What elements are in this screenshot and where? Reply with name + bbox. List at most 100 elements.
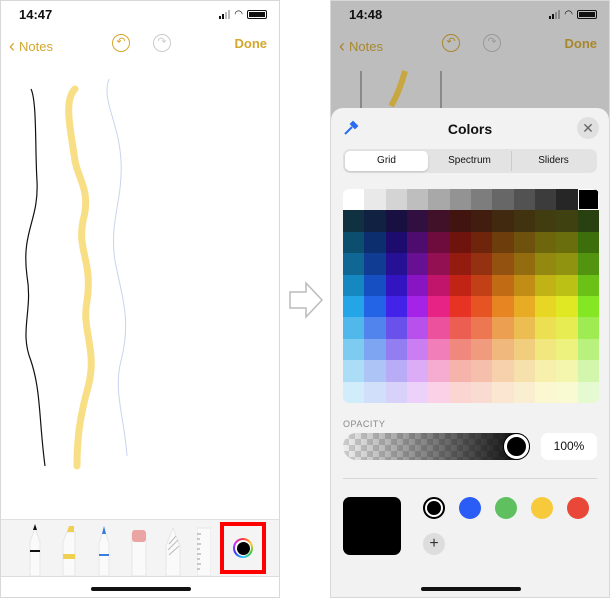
grid-cell[interactable] [385,253,407,275]
grid-cell[interactable] [577,274,599,296]
grid-cell[interactable] [364,231,386,254]
redo-icon[interactable]: ↷ [483,34,501,52]
grid-cell[interactable] [407,253,429,275]
grid-cell[interactable] [428,338,450,361]
grid-cell[interactable] [343,231,365,254]
grid-cell[interactable] [492,338,514,361]
grid-cell[interactable] [556,189,578,211]
drawing-canvas[interactable] [1,61,280,516]
grid-cell[interactable] [492,274,514,296]
grid-cell[interactable] [577,338,599,361]
grid-cell[interactable] [535,338,557,361]
grid-cell[interactable] [535,381,557,403]
grid-cell[interactable] [385,338,407,361]
pencil-tool[interactable] [96,520,112,576]
grid-cell[interactable] [385,231,407,254]
eraser-tool[interactable] [130,520,148,576]
redo-icon[interactable]: ↷ [153,34,171,52]
opacity-slider-knob[interactable] [504,434,529,459]
grid-cell[interactable] [385,295,407,318]
grid-cell[interactable] [407,317,429,339]
grid-cell[interactable] [449,317,471,339]
grid-cell[interactable] [407,295,429,318]
done-button[interactable]: Done [235,36,268,51]
grid-cell[interactable] [343,210,365,232]
grid-cell[interactable] [577,360,599,382]
grid-cell[interactable] [556,295,578,318]
grid-cell[interactable] [407,231,429,254]
grid-cell[interactable] [513,189,535,211]
grid-cell[interactable] [556,210,578,232]
grid-cell[interactable] [449,381,471,403]
grid-cell[interactable] [428,253,450,275]
grid-cell[interactable] [364,295,386,318]
grid-cell[interactable] [449,189,471,211]
grid-cell[interactable] [471,274,493,296]
grid-cell[interactable] [407,360,429,382]
grid-cell[interactable] [535,189,557,211]
grid-cell[interactable] [428,295,450,318]
grid-cell[interactable] [577,317,599,339]
grid-cell[interactable] [577,210,599,232]
grid-cell[interactable] [428,274,450,296]
grid-cell[interactable] [535,274,557,296]
grid-cell[interactable] [364,274,386,296]
grid-cell[interactable] [535,295,557,318]
done-button[interactable]: Done [565,36,598,51]
grid-cell[interactable] [385,360,407,382]
opacity-value-field[interactable]: 100% [541,433,597,460]
lasso-tool[interactable] [164,520,182,576]
grid-cell[interactable] [428,317,450,339]
grid-cell[interactable] [577,231,599,254]
grid-cell[interactable] [364,360,386,382]
grid-cell[interactable] [577,295,599,318]
grid-cell[interactable] [492,189,514,211]
grid-cell[interactable] [492,381,514,403]
grid-cell[interactable] [407,274,429,296]
grid-cell[interactable] [471,231,493,254]
grid-cell[interactable] [471,253,493,275]
grid-cell[interactable] [556,381,578,403]
grid-cell[interactable] [385,189,407,211]
grid-cell[interactable] [471,381,493,403]
color-swatch[interactable] [459,497,481,519]
color-picker-button[interactable] [220,522,266,574]
grid-cell[interactable] [385,274,407,296]
grid-cell[interactable] [535,317,557,339]
grid-cell[interactable] [449,210,471,232]
grid-cell[interactable] [407,381,429,403]
opacity-slider[interactable] [343,433,530,460]
grid-cell[interactable] [471,360,493,382]
grid-cell[interactable] [556,274,578,296]
grid-cell[interactable] [513,381,535,403]
grid-cell[interactable] [428,360,450,382]
grid-cell[interactable] [343,317,365,339]
pen-tool[interactable] [27,520,43,576]
grid-cell[interactable] [513,231,535,254]
grid-cell[interactable] [385,317,407,339]
grid-cell[interactable] [556,360,578,382]
grid-cell[interactable] [513,295,535,318]
grid-cell[interactable] [343,295,365,318]
grid-cell[interactable] [577,381,599,403]
grid-cell[interactable] [449,253,471,275]
color-grid[interactable] [343,189,599,403]
grid-cell[interactable] [364,253,386,275]
grid-cell[interactable] [556,231,578,254]
grid-cell[interactable] [449,360,471,382]
grid-cell[interactable] [407,338,429,361]
grid-cell[interactable] [364,210,386,232]
undo-icon[interactable]: ↶ [442,34,460,52]
color-swatch[interactable] [567,497,589,519]
grid-cell[interactable] [492,360,514,382]
grid-cell[interactable] [364,381,386,403]
grid-cell[interactable] [449,295,471,318]
grid-cell[interactable] [556,338,578,361]
grid-cell[interactable] [513,274,535,296]
grid-cell[interactable] [535,210,557,232]
grid-cell[interactable] [513,317,535,339]
grid-cell[interactable] [535,231,557,254]
grid-cell[interactable] [492,317,514,339]
grid-cell[interactable] [577,253,599,275]
grid-cell[interactable] [343,253,365,275]
